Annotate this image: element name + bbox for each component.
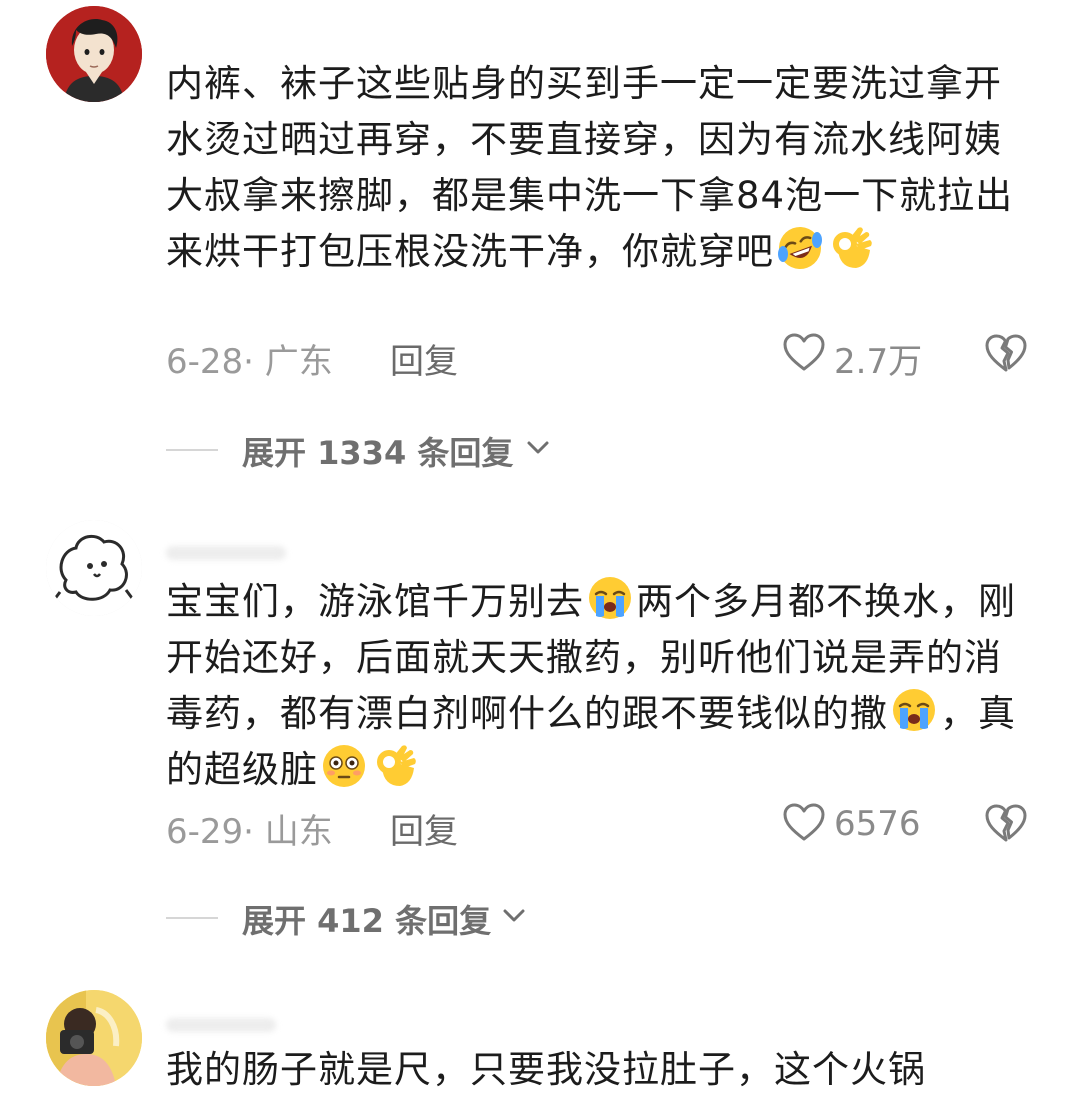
avatar-photo [46, 990, 142, 1086]
comment-location: 广东 [264, 342, 333, 382]
loudly-crying-emoji-icon [589, 577, 631, 619]
chevron-down-icon [503, 909, 525, 922]
avatar[interactable] [46, 990, 142, 1086]
like-button[interactable]: 6576 [782, 796, 942, 852]
comment-text: 内裤、袜子这些贴身的买到手一定一定要洗过拿开水烫过晒过再穿，不要直接穿，因为有流… [166, 62, 1014, 273]
comment-text: 宝宝们，游泳馆千万别去 两个多月都不换水，刚开始还好，后面就天天撒药，别听他们说… [166, 574, 1016, 798]
dislike-button[interactable] [984, 330, 1032, 378]
broken-heart-icon [985, 804, 1027, 842]
divider-line [166, 449, 218, 451]
like-count: 2.7万 [834, 342, 923, 382]
heart-outline-icon [783, 333, 825, 371]
comment-date: 6-29 [166, 812, 244, 852]
expand-replies-button[interactable]: 展开 1334 条回复 [166, 424, 666, 474]
expand-replies-label: 展开 1334 条回复 [242, 434, 514, 472]
expand-replies-button[interactable]: 展开 412 条回复 [166, 892, 666, 942]
dislike-button[interactable] [984, 800, 1032, 848]
avatar-illustration [46, 520, 142, 616]
like-count: 6576 [834, 804, 921, 844]
ok-hand-emoji-icon [833, 227, 872, 268]
comment-date: 6-28 [166, 342, 244, 382]
avatar-illustration [46, 6, 142, 102]
comment-text: 我的肠子就是尺，只要我没拉肚子，这个火锅 [166, 1048, 926, 1091]
flushed-face-emoji-icon [323, 745, 365, 787]
divider-line [166, 917, 218, 919]
avatar[interactable] [46, 6, 142, 102]
expand-replies-label: 展开 412 条回复 [242, 902, 492, 940]
username-blurred [166, 546, 286, 560]
comment-location: 山东 [264, 812, 333, 852]
heart-outline-icon [783, 803, 825, 841]
loudly-crying-emoji-icon [893, 689, 935, 731]
rofl-emoji-icon [778, 227, 822, 269]
username-blurred [166, 1018, 276, 1032]
reply-button[interactable]: 回复 [390, 804, 458, 853]
broken-heart-icon [985, 334, 1027, 372]
reply-button[interactable]: 回复 [390, 334, 458, 383]
ok-hand-emoji-icon [377, 745, 416, 786]
avatar[interactable] [46, 520, 142, 616]
comment-meta: 6-29· 山东 回复 6576 [166, 796, 1036, 852]
chevron-down-icon [527, 441, 549, 454]
comment-meta: 6-28· 广东 回复 2.7万 [166, 326, 1036, 382]
like-button[interactable]: 2.7万 [782, 326, 942, 382]
